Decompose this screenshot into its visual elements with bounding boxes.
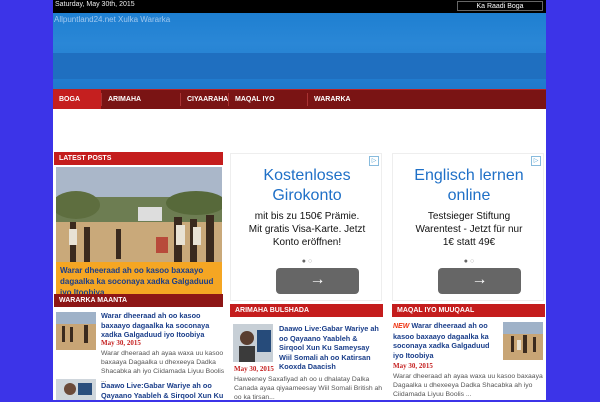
arimaha-date: May 30, 2015 <box>234 365 274 373</box>
ad-2-dots[interactable]: ● ○ <box>393 258 543 265</box>
ad-banner-2[interactable]: ▷ Englisch lernen online Testsieger Stift… <box>392 153 544 301</box>
main-nav: BOGA HORE ARIMAHA BULSHADA CIYAARAHA MAQ… <box>53 89 546 122</box>
site-logo-text[interactable]: Allpuntland24.net Xulka Wararka <box>54 15 170 24</box>
maqal-thumb[interactable] <box>503 322 543 360</box>
ad-banner-1[interactable]: ▷ Kostenloses Girokonto mit bis zu 150€ P… <box>230 153 382 301</box>
header-band <box>53 53 546 79</box>
content-area: LATEST POSTS Warar dheeraad ah oo kasoo … <box>53 109 546 401</box>
wararka-title-1[interactable]: Warar dheeraad ah oo kasoo baxaayo dagaa… <box>101 311 223 340</box>
maqal-heading: MAQAL IYO MUUQAAL <box>392 304 545 317</box>
ad-2-title: Englisch lernen online <box>414 167 524 204</box>
featured-photo[interactable]: Warar dheeraad ah oo kasoo baxaayo dagaa… <box>56 167 222 301</box>
arimaha-thumb[interactable] <box>233 324 273 362</box>
wararka-title-2[interactable]: Daawo Live:Gabar Wariye ah oo Qayaano Ya… <box>101 381 227 400</box>
page-wrapper: Saturday, May 30th, 2015 Ka Raadi Boga A… <box>53 0 546 401</box>
top-bar: Saturday, May 30th, 2015 Ka Raadi Boga <box>53 0 546 13</box>
current-date: Saturday, May 30th, 2015 <box>55 1 135 8</box>
ad-1-dots[interactable]: ● ○ <box>231 258 381 265</box>
ad-1-arrow-button[interactable]: → <box>276 268 359 294</box>
search-box[interactable]: Ka Raadi Boga <box>457 1 543 11</box>
nav-item-home[interactable]: BOGA HORE <box>53 90 101 122</box>
wararka-thumb-2[interactable] <box>56 379 96 400</box>
wararka-date-1: May 30, 2015 <box>101 339 141 347</box>
nav-item-ciyaaraha[interactable]: CIYAARAHA <box>181 90 228 109</box>
maqal-date: May 30, 2015 <box>393 362 433 370</box>
arimaha-title[interactable]: Daawo Live:Gabar Wariye ah oo Qayaano Ya… <box>279 324 383 372</box>
ad-1-title: Kostenloses Girokonto <box>263 167 351 204</box>
arimaha-heading: ARIMAHA BULSHADA <box>230 304 383 317</box>
new-badge: NEW <box>393 323 410 330</box>
wararka-thumb-1[interactable] <box>56 312 96 350</box>
wararka-excerpt-1: Warar dheeraad ah ayaa waxa uu kasoo bax… <box>101 350 225 384</box>
ad-info-icon-2[interactable]: ▷ <box>531 156 541 166</box>
nav-item-wararka[interactable]: WARARKA <box>308 90 353 109</box>
maqal-excerpt: Warar dheeraad ah ayaa waxa uu kasoo bax… <box>393 373 543 398</box>
ad-info-icon[interactable]: ▷ <box>369 156 379 166</box>
arimaha-excerpt: Haweeney Saxafiyad ah oo u dhalatay Dalk… <box>234 376 383 401</box>
nav-item-maqal[interactable]: MAQAL IYO MUUQAAL <box>229 90 307 122</box>
ad-1-body: mit bis zu 150€ Prämie. Mit gratis Visa-K… <box>248 211 366 248</box>
latest-posts-heading: LATEST POSTS <box>54 152 223 165</box>
ad-2-arrow-button[interactable]: → <box>438 268 521 294</box>
site-header: Allpuntland24.net Xulka Wararka <box>53 13 546 89</box>
ad-2-body: Testsieger Stiftung Warentest - Jetzt für… <box>415 211 523 248</box>
maqal-title[interactable]: NEW Warar dheeraad ah oo kasoo baxaayo da… <box>393 321 501 360</box>
wararka-heading: WARARKA MAANTA <box>54 294 223 307</box>
nav-item-arimaha[interactable]: ARIMAHA BULSHADA <box>102 90 180 122</box>
